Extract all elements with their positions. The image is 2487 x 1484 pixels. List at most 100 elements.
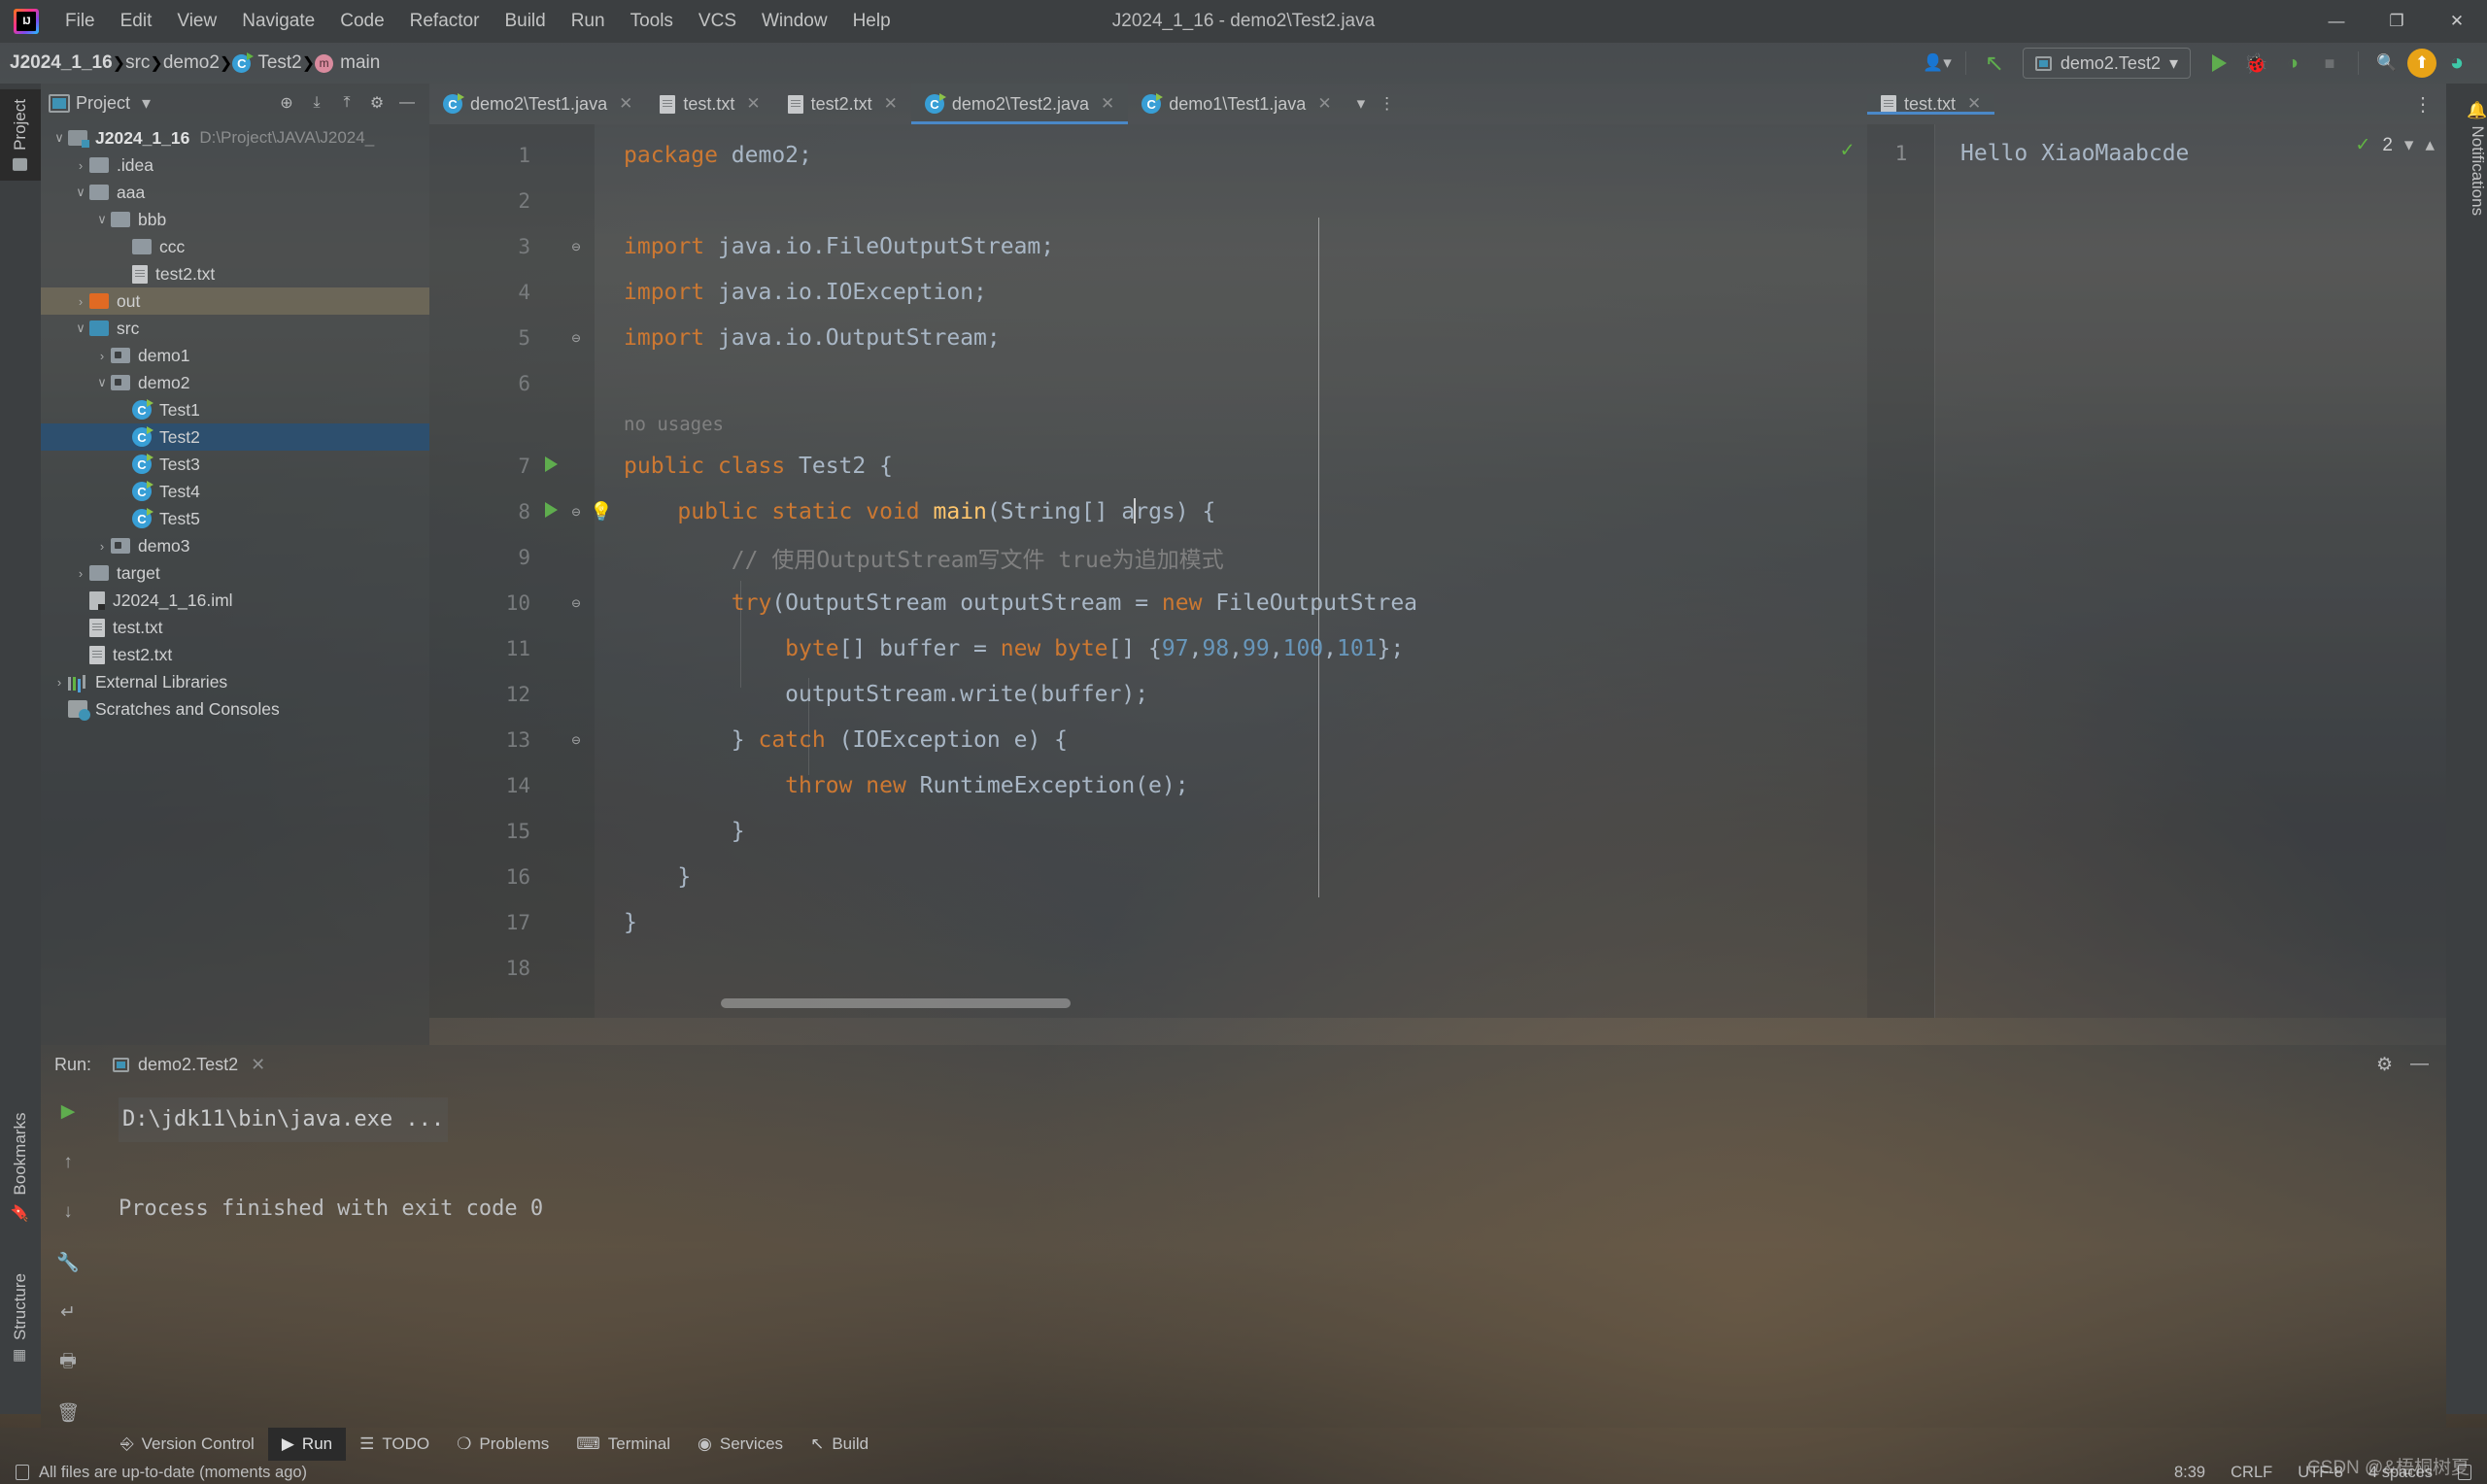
close-icon[interactable]: ✕ [251,1055,265,1075]
menu-file[interactable]: File [52,0,108,43]
run-gutter-icon[interactable] [538,501,563,522]
tree-node-test2-txt[interactable]: >test2.txt [41,260,429,287]
tree-node-src[interactable]: ∨ src [41,315,429,342]
hide-panel-icon[interactable]: — [392,88,422,118]
build-hammer-icon[interactable]: ↖ [1978,48,2011,79]
run-session-tab[interactable]: demo2.Test2 ✕ [105,1052,273,1078]
tab-options-icon[interactable]: ⋮ [2413,92,2446,117]
wrench-settings-icon[interactable]: 🔧 [51,1248,85,1277]
update-project-icon[interactable]: ⬆ [2407,49,2436,78]
editor-tab-demo2-test1[interactable]: demo2\Test1.java ✕ [429,84,646,124]
bottom-item-version-control[interactable]: ⎆ Version Control [107,1428,268,1461]
run-configuration-selector[interactable]: demo2.Test2 ▾ [2022,48,2191,79]
indent-setting[interactable]: 4 spaces [2368,1464,2433,1482]
rerun-button[interactable]: ▶ [51,1097,85,1127]
breadcrumb-main[interactable]: main [315,52,380,74]
minimize-button[interactable]: — [2306,0,2367,43]
close-button[interactable]: ✕ [2427,0,2487,43]
tree-expand-arrow[interactable]: › [72,158,89,173]
run-button[interactable] [2202,48,2235,79]
intention-bulb-icon[interactable]: 💡 [589,500,614,523]
run-console-output[interactable]: D:\jdk11\bin\java.exe ... Process finish… [119,1084,2446,1428]
scroll-up-button[interactable]: ↑ [51,1148,85,1177]
tree-node-test2[interactable]: >Test2 [41,423,429,451]
settings-gear-icon[interactable]: ⚙ [362,88,392,118]
run-gutter-icon[interactable] [538,455,563,476]
line-separator[interactable]: CRLF [2231,1464,2272,1482]
menu-run[interactable]: Run [559,0,618,43]
tree-node-test5[interactable]: >Test5 [41,505,429,532]
tree-node-aaa[interactable]: ∨ aaa [41,179,429,206]
menu-view[interactable]: View [164,0,229,43]
maximize-button[interactable]: ❐ [2367,0,2427,43]
breadcrumb-demo2[interactable]: demo2 [163,52,220,74]
sidebar-item-notifications[interactable]: 🔔 Notifications [2446,91,2487,225]
tree-node-j2024-1-16-iml[interactable]: >J2024_1_16.iml [41,587,429,614]
chevron-down-icon[interactable]: ▾ [2404,134,2414,156]
tree-node-test1[interactable]: >Test1 [41,396,429,423]
tree-node-demo3[interactable]: › demo3 [41,532,429,559]
breadcrumb-project[interactable]: J2024_1_16 [10,52,113,74]
clear-all-icon[interactable]: 🗑 [51,1399,85,1428]
sidebar-item-bookmarks[interactable]: 🔖 Bookmarks [0,1103,41,1232]
close-icon[interactable]: ✕ [746,94,760,114]
tree-expand-arrow[interactable]: › [93,539,111,554]
fold-gutter-icon[interactable]: ⊖ [563,594,589,612]
bottom-item-run[interactable]: ▶ Run [267,1428,347,1461]
close-icon[interactable]: ✕ [619,94,632,114]
close-icon[interactable]: ✕ [1317,94,1331,114]
editor-tab-right-test-txt[interactable]: test.txt ✕ [1867,93,1995,115]
fold-gutter-icon[interactable]: ⊖ [563,238,589,255]
menu-refactor[interactable]: Refactor [397,0,493,43]
tree-node-out[interactable]: › out [41,287,429,315]
menu-edit[interactable]: Edit [108,0,165,43]
fold-gutter-icon[interactable]: ⊖ [563,329,589,347]
menu-vcs[interactable]: VCS [686,0,749,43]
tree-node-external-libraries[interactable]: › External Libraries [41,668,429,695]
menu-build[interactable]: Build [492,0,558,43]
sidebar-item-structure[interactable]: ▦ Structure [0,1264,41,1375]
search-everywhere-icon[interactable]: 🔍 [2370,48,2403,79]
bottom-item-todo[interactable]: ☰ TODO [346,1428,443,1461]
run-with-coverage-button[interactable]: ◑ [2276,48,2309,79]
menu-window[interactable]: Window [749,0,840,43]
fold-gutter-icon[interactable]: ⊖ [563,503,589,521]
tree-node-ccc[interactable]: >ccc [41,233,429,260]
tree-node-test-txt[interactable]: >test.txt [41,614,429,641]
tree-node-test4[interactable]: >Test4 [41,478,429,505]
menu-help[interactable]: Help [840,0,903,43]
tree-expand-arrow[interactable]: ∨ [51,130,68,146]
menu-code[interactable]: Code [327,0,396,43]
stop-button[interactable]: ■ [2313,48,2346,79]
tree-expand-arrow[interactable]: › [72,294,89,309]
menu-navigate[interactable]: Navigate [229,0,327,43]
bottom-item-build[interactable]: ↖ Build [797,1428,882,1461]
inspection-status-ok-icon[interactable]: ✓ [1841,138,1854,162]
tree-node-scratches-and-consoles[interactable]: >Scratches and Consoles [41,695,429,723]
scroll-down-button[interactable]: ↓ [51,1197,85,1227]
bottom-item-services[interactable]: ◉ Services [684,1428,797,1461]
debug-button[interactable]: 🐞 [2239,48,2272,79]
select-opened-file-icon[interactable]: ⊕ [272,88,301,118]
tree-expand-arrow[interactable]: ∨ [72,185,89,200]
code-editor-right[interactable]: 1 Hello XiaoMaabcde ✓ 2 ▾ ▴ [1867,124,2446,1018]
file-encoding[interactable]: UTF-8 [2298,1464,2343,1482]
read-only-toggle-icon[interactable] [2458,1465,2471,1480]
editor-right-inspection-widget[interactable]: ✓ 2 ▾ ▴ [2355,134,2435,156]
tree-expand-arrow[interactable]: ∨ [93,212,111,227]
editor-tab-test2-txt[interactable]: test2.txt ✕ [774,84,911,124]
chevron-down-icon[interactable]: ▾ [1357,94,1366,114]
user-avatar-dropdown[interactable]: 👤▾ [1921,48,1954,79]
editor-tab-test-txt[interactable]: test.txt ✕ [646,84,773,124]
tree-expand-arrow[interactable]: › [93,349,111,363]
sidebar-item-project[interactable]: Project [0,89,41,181]
breadcrumb-test2[interactable]: Test2 [232,51,302,74]
tree-expand-arrow[interactable]: ∨ [93,375,111,390]
fold-gutter-icon[interactable]: ⊖ [563,731,589,749]
breadcrumb-src[interactable]: src [125,52,150,74]
collapse-all-icon[interactable]: ⤒ [332,88,361,118]
expand-all-icon[interactable]: ⤓ [302,88,331,118]
bottom-item-problems[interactable]: ❍ Problems [443,1428,562,1461]
close-icon[interactable]: ✕ [884,94,898,114]
print-icon[interactable]: 🖶 [51,1348,85,1377]
